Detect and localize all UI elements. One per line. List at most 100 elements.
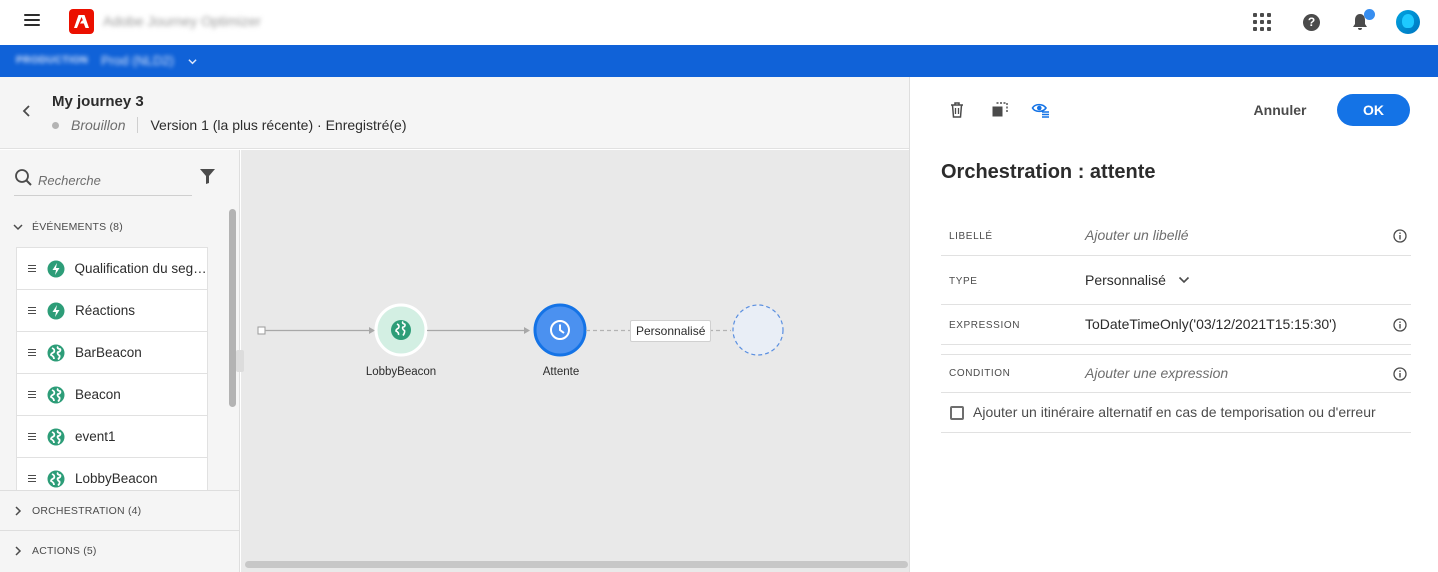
trash-icon[interactable] — [947, 100, 967, 120]
menu-icon[interactable] — [24, 14, 40, 28]
info-icon[interactable] — [1393, 367, 1407, 381]
condition-field-input[interactable]: Ajouter une expression — [1085, 365, 1228, 381]
expression-field-key: EXPRESSION — [949, 320, 1021, 331]
top-right-actions: ? — [1253, 9, 1420, 34]
event-label: LobbyBeacon — [75, 471, 158, 486]
node-label-lobbybeacon: LobbyBeacon — [365, 366, 437, 378]
arrow-head — [369, 327, 375, 334]
search-box — [14, 166, 192, 196]
actions-section-label: ACTIONS (5) — [32, 545, 97, 557]
lightning-icon — [47, 260, 65, 277]
copy-icon[interactable] — [990, 100, 1010, 120]
drag-handle-icon[interactable] — [28, 263, 36, 274]
arrow-head — [524, 327, 530, 334]
event-label: Qualification du segm... — [74, 261, 207, 276]
type-field-key: TYPE — [949, 276, 978, 287]
environment-bar: PRODUCTION Prod (NLD2) — [0, 45, 1438, 77]
eye-list-icon[interactable] — [1031, 100, 1051, 120]
chevron-down-icon — [13, 224, 23, 231]
list-item[interactable]: event1 — [16, 415, 208, 457]
canvas-horizontal-scrollbar[interactable] — [245, 561, 908, 568]
list-item[interactable]: Qualification du segm... — [16, 247, 208, 289]
notification-badge — [1364, 9, 1375, 20]
events-section-label: ÉVÉNEMENTS (8) — [32, 221, 123, 233]
type-select[interactable]: Personnalisé — [1085, 272, 1190, 288]
list-item[interactable]: BarBeacon — [16, 331, 208, 373]
search-input[interactable] — [38, 170, 188, 190]
drag-handle-icon[interactable] — [28, 389, 36, 400]
activity-properties-panel: Annuler OK Orchestration : attente LIBEL… — [909, 77, 1438, 572]
alt-path-row: Ajouter un itinéraire alternatif en cas … — [941, 399, 1411, 433]
chevron-down-icon — [1178, 276, 1190, 284]
event-label: Beacon — [75, 387, 121, 402]
label-field-key: LIBELLÉ — [949, 231, 993, 242]
sandbox-value[interactable]: Prod (NLD2) — [101, 53, 174, 68]
alt-path-checkbox[interactable] — [950, 406, 964, 420]
list-item[interactable]: Réactions — [16, 289, 208, 331]
condition-field-key: CONDITION — [949, 368, 1011, 379]
orchestration-section-header[interactable]: ORCHESTRATION (4) — [0, 499, 228, 523]
expression-field-input[interactable]: ToDateTimeOnly('03/12/2021T15:15:30') — [1085, 316, 1337, 332]
app-title: Adobe Journey Optimizer — [103, 13, 261, 29]
journey-header: My journey 3 Brouillon Version 1 (la plu… — [0, 77, 909, 149]
start-point[interactable] — [257, 326, 266, 335]
filter-icon[interactable] — [199, 168, 216, 185]
lightning-icon — [47, 302, 65, 319]
status-dot — [52, 121, 59, 129]
globe-icon — [47, 344, 65, 361]
panel-title: Orchestration : attente — [941, 161, 1156, 183]
drag-handle-icon[interactable] — [28, 347, 36, 358]
node-label-attente: Attente — [542, 366, 580, 378]
journey-status-row: Brouillon Version 1 (la plus récente) · … — [52, 117, 406, 133]
top-bar: Adobe Journey Optimizer ? — [0, 0, 1438, 45]
user-avatar[interactable] — [1396, 10, 1420, 34]
cancel-button[interactable]: Annuler — [1240, 95, 1320, 125]
event-label: event1 — [75, 429, 116, 444]
back-arrow-icon[interactable] — [20, 104, 34, 118]
list-item[interactable]: Beacon — [16, 373, 208, 415]
drag-handle-icon[interactable] — [28, 473, 36, 484]
label-field-input[interactable]: Ajouter un libellé — [1085, 227, 1189, 243]
chevron-right-icon — [15, 546, 22, 556]
alt-path-label: Ajouter un itinéraire alternatif en cas … — [973, 404, 1376, 420]
expression-field-row: EXPRESSION ToDateTimeOnly('03/12/2021T15… — [941, 305, 1411, 345]
globe-icon — [47, 386, 65, 403]
globe-icon — [391, 320, 411, 340]
journey-title: My journey 3 — [52, 93, 144, 110]
label-field-row: LIBELLÉ Ajouter un libellé — [941, 215, 1411, 256]
ok-button[interactable]: OK — [1337, 94, 1410, 126]
info-icon[interactable] — [1393, 318, 1407, 332]
environment-label: PRODUCTION — [16, 55, 89, 66]
section-divider — [0, 490, 240, 491]
list-item[interactable]: LobbyBeacon — [16, 457, 208, 490]
chevron-right-icon — [15, 506, 22, 516]
path-label[interactable]: Personnalisé — [630, 320, 712, 342]
info-icon[interactable] — [1393, 229, 1407, 243]
type-select-value: Personnalisé — [1085, 272, 1166, 288]
journey-flow — [257, 303, 784, 357]
condition-field-row: CONDITION Ajouter une expression — [941, 354, 1411, 393]
drag-handle-icon[interactable] — [28, 431, 36, 442]
events-scrollbar[interactable] — [229, 209, 236, 407]
events-list: Qualification du segm... Réactions BarBe… — [16, 247, 208, 490]
palette-panel: ÉVÉNEMENTS (8) Qualification du segm... … — [0, 150, 240, 572]
events-section-header[interactable]: ÉVÉNEMENTS (8) — [0, 215, 228, 239]
app-switcher-icon[interactable] — [1253, 13, 1271, 31]
adobe-logo[interactable] — [69, 9, 94, 34]
type-field-row: TYPE Personnalisé — [941, 256, 1411, 305]
help-icon[interactable]: ? — [1303, 13, 1320, 31]
actions-section-header[interactable]: ACTIONS (5) — [0, 539, 228, 563]
globe-icon — [47, 470, 65, 487]
journey-status: Brouillon — [71, 117, 139, 133]
event-label: BarBeacon — [75, 345, 142, 360]
globe-icon — [47, 428, 65, 445]
notifications-bell-icon[interactable] — [1350, 9, 1375, 32]
section-divider — [0, 530, 240, 531]
empty-node-placeholder[interactable] — [732, 304, 784, 356]
orchestration-section-label: ORCHESTRATION (4) — [32, 505, 142, 517]
chevron-down-icon[interactable] — [188, 57, 197, 66]
event-label: Réactions — [75, 303, 136, 318]
drag-handle-icon[interactable] — [28, 305, 36, 316]
search-icon — [15, 169, 32, 186]
journey-version: Version 1 (la plus récente) · Enregistré… — [150, 117, 407, 133]
